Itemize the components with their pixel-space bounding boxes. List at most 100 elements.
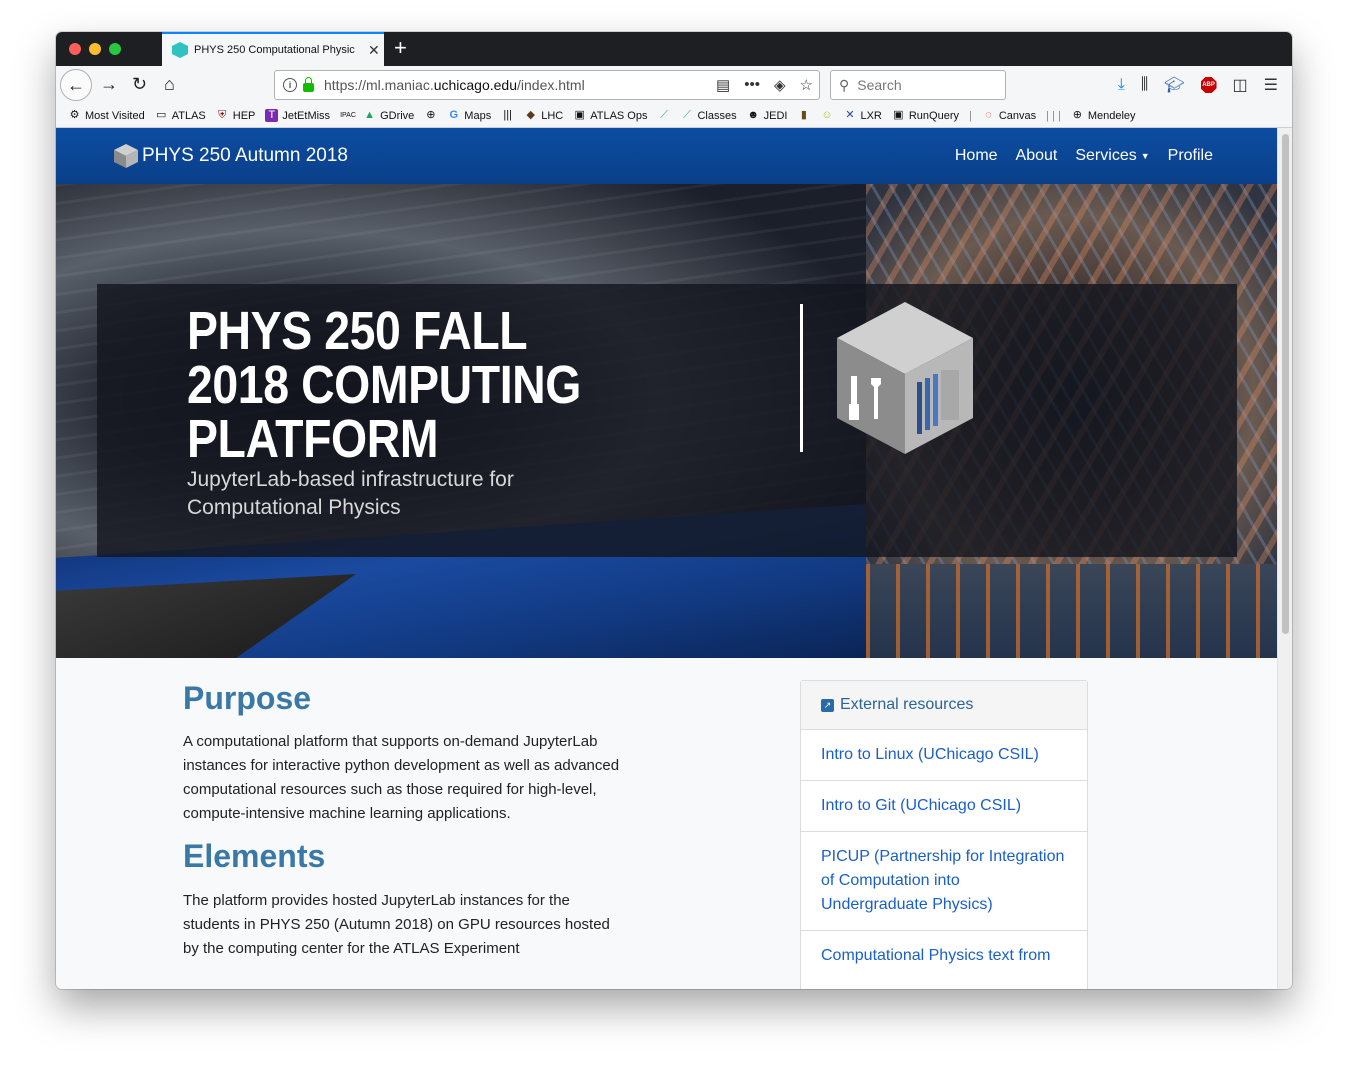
scrollbar-thumb[interactable] — [1282, 134, 1289, 634]
download-icon[interactable]: ⤓ — [1118, 76, 1125, 94]
resource-link-git[interactable]: Intro to Git (UChicago CSIL) — [801, 781, 1087, 832]
back-button[interactable]: ← — [60, 69, 92, 101]
detector-scaffold-image — [866, 564, 1277, 658]
page-scrollbar[interactable] — [1277, 128, 1292, 989]
info-icon[interactable]: i — [283, 78, 297, 92]
nav-profile-link[interactable]: Profile — [1168, 147, 1213, 165]
ipac-icon: IPAC — [340, 112, 356, 119]
google-icon: G — [449, 109, 459, 121]
bookmark-lxr[interactable]: ✕ LXR — [843, 109, 882, 122]
web-page: PHYS 250 Autumn 2018 Home About Services… — [56, 128, 1277, 989]
tab-title: PHYS 250 Computational Physic — [194, 44, 355, 56]
bookmark-label: LHC — [541, 109, 564, 122]
bookmark-label: ATLAS — [171, 109, 206, 122]
url-text[interactable]: https://ml.maniac.uchicago.edu/index.htm… — [324, 77, 585, 93]
adblock-icon[interactable]: ABP — [1200, 77, 1217, 93]
bookmark-runquery[interactable]: ▣ RunQuery — [892, 109, 959, 122]
hero-subtitle: JupyterLab-based infrastructure for Comp… — [187, 468, 514, 519]
bookmark-most-visited[interactable]: ⚙ Most Visited — [68, 109, 145, 122]
bookmark-hep[interactable]: ⛨ HEP — [216, 109, 255, 122]
menu-icon[interactable]: ☰ — [1264, 75, 1278, 95]
bookmark-maps[interactable]: G Maps — [447, 109, 492, 122]
bookmark-ipac[interactable]: IPAC — [340, 109, 356, 122]
resource-link-computational-physics[interactable]: Computational Physics text from — [801, 931, 1087, 981]
bookmark-label: LXR — [860, 109, 882, 122]
chart-icon: ⟋ — [660, 109, 668, 121]
close-window-button[interactable] — [69, 43, 81, 55]
pocket-icon[interactable]: ◈ — [774, 76, 786, 94]
canvas-icon: ◌ — [985, 109, 992, 121]
tab-close-icon[interactable]: ✕ — [368, 42, 380, 59]
search-input[interactable]: ⚲ Search — [830, 70, 1006, 100]
external-link-icon: ↗ — [821, 698, 834, 712]
resource-link-picup[interactable]: PICUP (Partnership for Integration of Co… — [801, 832, 1087, 931]
external-resources-title: External resources — [840, 696, 974, 713]
panda-icon: ☻ — [747, 109, 759, 121]
bookmark-gdrive[interactable]: ▲ GDrive — [363, 109, 414, 122]
sidebar-icon[interactable]: ◫ — [1233, 75, 1248, 95]
bookmark-mendeley[interactable]: ⊕ Mendeley — [1071, 109, 1136, 122]
lock-icon — [303, 76, 314, 92]
bookmark-chart[interactable]: ⟋ — [657, 109, 670, 122]
hero-divider — [800, 304, 803, 452]
bookmark-classes[interactable]: ⟋ Classes — [680, 109, 736, 122]
bookmark-star-icon[interactable]: ☆ — [800, 76, 813, 94]
home-icon[interactable]: ⌂ — [164, 74, 175, 94]
graduation-cap-icon[interactable]: 🎓︎ — [1164, 75, 1184, 95]
minimize-window-button[interactable] — [89, 43, 101, 55]
nav-home-link[interactable]: Home — [955, 147, 998, 165]
bookmark-canvas[interactable]: ◌ Canvas — [982, 109, 1036, 122]
url-actions: ▤ ••• ◈ ☆ — [716, 76, 813, 94]
elements-heading: Elements — [183, 838, 326, 874]
nav-about-link[interactable]: About — [1016, 147, 1058, 165]
zoom-window-button[interactable] — [109, 43, 121, 55]
page-actions-icon[interactable]: ••• — [744, 76, 760, 94]
hero-title: PHYS 250 FALL 2018 COMPUTING PLATFORM — [187, 301, 581, 469]
bookmark-atlas[interactable]: ▭ ATLAS — [155, 109, 206, 122]
bookmark-globe[interactable]: ⊕ — [424, 109, 437, 122]
cube-tools-logo-icon — [837, 302, 973, 454]
external-resources-panel: ↗ External resources Intro to Linux (UCh… — [800, 680, 1088, 989]
monitor-icon: ▣ — [574, 109, 585, 121]
folder-icon: ▭ — [156, 109, 167, 121]
cube-logo-icon[interactable] — [112, 142, 140, 170]
bookmark-label: ATLAS Ops — [590, 109, 648, 122]
resource-link-linux[interactable]: Intro to Linux (UChicago CSIL) — [801, 730, 1087, 781]
hero-banner: PHYS 250 FALL 2018 COMPUTING PLATFORM Ju… — [56, 184, 1277, 658]
globe-icon: ⊕ — [1072, 109, 1082, 121]
chart-icon: ⟋ — [683, 109, 691, 121]
bookmark-label: RunQuery — [908, 109, 959, 122]
browser-tab[interactable]: PHYS 250 Computational Physic ✕ — [162, 32, 384, 66]
site-nav-links: Home About Services ▼ Profile — [955, 147, 1213, 165]
url-bar[interactable]: i https://ml.maniac.uchicago.edu/index.h… — [274, 70, 820, 100]
reader-view-icon[interactable]: ▤ — [716, 76, 730, 94]
search-placeholder: Search — [857, 77, 902, 93]
elements-text: The platform provides hosted JupyterLab … — [183, 892, 610, 957]
turtle-icon: ◆ — [526, 109, 535, 121]
globe-icon: ⊕ — [426, 109, 436, 121]
bookmark-smiley[interactable]: ☺ — [820, 109, 833, 122]
new-tab-button[interactable]: + — [394, 37, 407, 59]
t-icon: T — [265, 109, 279, 122]
purpose-heading: Purpose — [183, 680, 312, 716]
nav-services-label: Services — [1075, 147, 1137, 164]
bookmark-barcode[interactable]: ||| — [501, 109, 514, 122]
library-icon[interactable]: ⫼ — [1141, 76, 1148, 94]
nav-services-dropdown[interactable]: Services ▼ — [1075, 147, 1149, 165]
bookmark-jetetmiss[interactable]: T JetEtMiss — [265, 109, 330, 122]
bookmark-book[interactable]: ▮ — [797, 109, 810, 122]
bookmark-lhc[interactable]: ◆ LHC — [524, 109, 563, 122]
forward-button[interactable]: → — [100, 74, 118, 94]
bookmark-label: Most Visited — [85, 109, 145, 122]
caret-down-icon: ▼ — [1140, 150, 1150, 161]
bookmark-atlas-ops[interactable]: ▣ ATLAS Ops — [573, 109, 648, 122]
gear-icon: ⚙ — [69, 109, 80, 121]
bookmarks-toolbar: ⚙ Most Visited ▭ ATLAS ⛨ HEP T JetEtMiss IPA… — [56, 104, 1292, 128]
hero-overlay-panel: PHYS 250 FALL 2018 COMPUTING PLATFORM Ju… — [97, 284, 1237, 557]
reload-button[interactable]: ↻ — [132, 74, 147, 94]
site-brand[interactable]: PHYS 250 Autumn 2018 — [142, 145, 348, 167]
site-favicon-icon — [172, 42, 188, 58]
navigation-toolbar: ← → ↻ ⌂ i https://ml.maniac.uchicago.edu… — [56, 66, 1292, 104]
bookmark-jedi[interactable]: ☻ JEDI — [747, 109, 787, 122]
book-icon: ▮ — [800, 109, 807, 121]
